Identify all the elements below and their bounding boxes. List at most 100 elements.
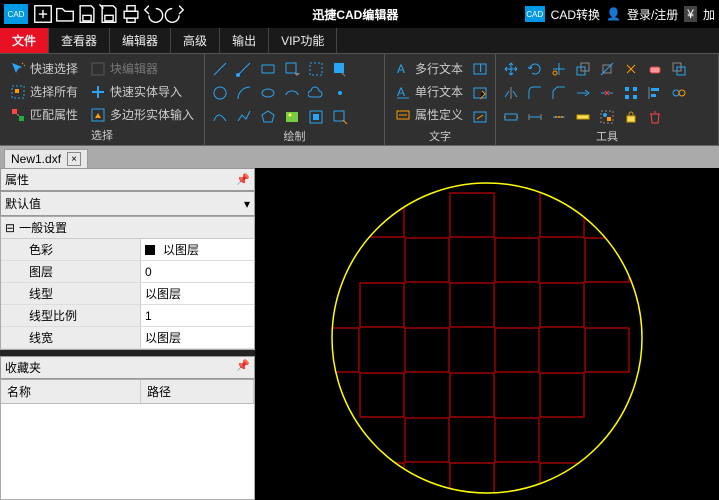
app-logo: CAD [4,4,28,24]
open-icon[interactable] [54,3,76,25]
cloud-icon[interactable] [307,84,325,102]
tab-output[interactable]: 输出 [220,28,269,53]
arc-icon[interactable] [235,84,253,102]
break-icon[interactable] [598,84,616,102]
cad-badge-icon: CAD [525,6,545,22]
prop-row-lineweight[interactable]: 线宽以图层 [1,327,254,349]
ribbon-group-text: A多行文本 A单行文本 属性定义 T 文字 [385,54,496,145]
textstyle-icon[interactable] [471,108,489,126]
array-icon[interactable] [622,84,640,102]
polyline-input-button[interactable]: 多边形实体输入 [86,104,198,125]
tab-vip[interactable]: VIP功能 [269,28,337,53]
rect-icon[interactable] [259,60,277,78]
prop-row-layer[interactable]: 图层0 [1,261,254,283]
circle-icon[interactable] [211,84,229,102]
close-tab-icon[interactable]: × [67,152,81,166]
group-icon[interactable] [598,108,616,126]
spline-icon[interactable] [211,108,229,126]
attribute-def-button[interactable]: 属性定义 [391,104,467,125]
textedit-icon[interactable] [471,84,489,102]
purge-icon[interactable] [646,108,664,126]
currency-icon: ¥ [684,6,697,22]
region-icon[interactable] [307,60,325,78]
cursor-spark-icon [10,61,26,77]
polygon-icon[interactable] [259,108,277,126]
tab-file[interactable]: 文件 [0,28,49,53]
offset-icon[interactable] [598,60,616,78]
trim-icon[interactable] [550,60,568,78]
ray-icon[interactable] [235,60,253,78]
block-icon[interactable] [307,108,325,126]
singleline-text-button[interactable]: A单行文本 [391,81,467,102]
tab-advanced[interactable]: 高级 [171,28,220,53]
document-tab-label: New1.dxf [11,152,61,166]
save-icon[interactable] [76,3,98,25]
tab-viewer[interactable]: 查看器 [49,28,110,53]
favorites-table: 名称 路径 [0,379,255,500]
app-title: 迅捷CAD编辑器 [186,6,525,23]
tab-editor[interactable]: 编辑器 [110,28,171,53]
lock-icon[interactable] [622,108,640,126]
explode-icon[interactable] [622,60,640,78]
svg-text:T: T [477,61,485,75]
ellipse-icon[interactable] [259,84,277,102]
divide-icon[interactable] [550,108,568,126]
lengthen-icon[interactable] [526,108,544,126]
drawing-canvas[interactable] [255,168,719,500]
multiline-text-button[interactable]: A多行文本 [391,58,467,79]
quick-import-button[interactable]: 快速实体导入 [86,81,198,102]
scale-icon[interactable] [574,60,592,78]
stretch-icon[interactable] [502,108,520,126]
polyline-icon[interactable] [235,108,253,126]
rotate-icon[interactable] [526,60,544,78]
textbox-icon[interactable]: T [471,60,489,78]
property-section[interactable]: ⊟ 一般设置 [1,217,254,239]
stext-icon: A [395,84,411,100]
erase-icon[interactable] [646,60,664,78]
align-icon[interactable] [646,84,664,102]
line-icon[interactable] [211,60,229,78]
new-icon[interactable] [32,3,54,25]
prop-row-ltscale[interactable]: 线型比例1 [1,305,254,327]
insert-block-icon[interactable] [331,108,349,126]
block-editor-button[interactable]: 块编辑器 [86,58,198,79]
property-selector[interactable]: 默认值 ▾ [0,191,255,216]
move-icon[interactable] [502,60,520,78]
print-icon[interactable] [120,3,142,25]
document-tab[interactable]: New1.dxf × [4,149,88,168]
join-icon[interactable] [670,84,688,102]
upgrade-link[interactable]: 加 [703,6,715,23]
prop-row-linetype[interactable]: 线型以图层 [1,283,254,305]
select-all-button[interactable]: 选择所有 [6,81,82,102]
fav-col-path[interactable]: 路径 [141,380,254,403]
pin-icon[interactable]: 📌 [236,173,250,186]
titlebar: CAD 迅捷CAD编辑器 CAD CAD转换 👤 登录/注册 ¥ 加 [0,0,719,28]
quick-select-button[interactable]: 快速选择 [6,58,82,79]
hatch-dd-icon[interactable] [331,60,349,78]
main-tabs: 文件 查看器 编辑器 高级 输出 VIP功能 [0,28,719,54]
fav-col-name[interactable]: 名称 [1,380,141,403]
undo-icon[interactable] [142,3,164,25]
saveas-icon[interactable] [98,3,120,25]
group-label-tools: 工具 [502,126,712,144]
pin-icon[interactable]: 📌 [236,359,250,376]
image-icon[interactable] [283,108,301,126]
copy-icon[interactable] [670,60,688,78]
ribbon-group-draw: 绘制 [205,54,385,145]
login-link[interactable]: 登录/注册 [627,6,678,23]
match-prop-button[interactable]: 匹配属性 [6,104,82,125]
svg-text:A: A [397,85,405,99]
extend-icon[interactable] [574,84,592,102]
point-icon[interactable] [331,84,349,102]
ellipse-arc-icon[interactable] [283,84,301,102]
document-tabs: New1.dxf × [0,146,719,168]
measure-icon[interactable] [574,108,592,126]
prop-row-color[interactable]: 色彩以图层 [1,239,254,261]
mirror-icon[interactable] [502,84,520,102]
chamfer-icon[interactable] [550,84,568,102]
cad-convert-link[interactable]: CAD转换 [551,6,600,23]
shape-dd-icon[interactable] [283,60,301,78]
redo-icon[interactable] [164,3,186,25]
fillet-icon[interactable] [526,84,544,102]
block-editor-icon [90,61,106,77]
